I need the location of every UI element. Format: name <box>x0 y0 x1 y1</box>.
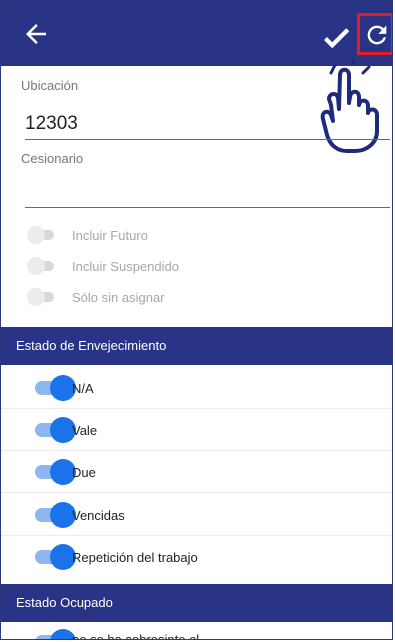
aging-due-label: Due <box>72 465 96 480</box>
aging-section-title: Estado de Envejecimiento <box>16 338 167 353</box>
aging-na-label: N/A <box>72 381 94 396</box>
tap-hand-icon <box>320 59 379 153</box>
toggle-aging-rework[interactable] <box>35 544 76 570</box>
aging-vale-label: Vale <box>72 423 98 438</box>
location-field[interactable]: 12303 <box>25 113 78 135</box>
aging-overdue-label: Vencidas <box>72 508 125 523</box>
toggle-aging-overdue[interactable] <box>35 502 76 528</box>
toggle-only-unassigned[interactable] <box>27 287 54 307</box>
busy-section-header: Estado Ocupado <box>1 584 392 622</box>
toggle-aging-na[interactable] <box>35 375 76 401</box>
refresh-icon <box>367 25 387 45</box>
refresh-button[interactable] <box>357 13 392 55</box>
only-unassigned-label: Sólo sin asignar <box>72 290 165 305</box>
aging-rework-label: Repetición del trabajo <box>72 550 198 565</box>
busy-first-label: no se ha sobresinte el <box>72 632 200 640</box>
list-divider <box>1 408 392 409</box>
list-divider <box>1 450 392 451</box>
toggle-include-future[interactable] <box>27 225 54 245</box>
assignee-label: Cesionario <box>21 151 84 166</box>
location-underline <box>25 139 390 140</box>
toggle-aging-vale[interactable] <box>35 417 76 443</box>
toggle-busy-first[interactable] <box>35 629 76 639</box>
toggle-include-suspended[interactable] <box>27 256 54 276</box>
arrow-left-icon[interactable] <box>21 19 51 49</box>
toggle-aging-due[interactable] <box>35 459 76 485</box>
top-app-bar <box>1 1 392 66</box>
include-future-label: Incluir Futuro <box>72 228 148 243</box>
list-divider <box>1 492 392 493</box>
list-divider <box>1 535 392 536</box>
assignee-underline <box>25 207 390 208</box>
app-frame: Ubicación 12303 Cesionario Incluir Futur… <box>0 0 393 640</box>
include-suspended-label: Incluir Suspendido <box>72 259 179 274</box>
busy-section-title: Estado Ocupado <box>16 595 113 610</box>
checkmark-icon[interactable] <box>319 22 353 52</box>
location-label: Ubicación <box>21 78 79 93</box>
aging-section-header: Estado de Envejecimiento <box>1 327 392 365</box>
